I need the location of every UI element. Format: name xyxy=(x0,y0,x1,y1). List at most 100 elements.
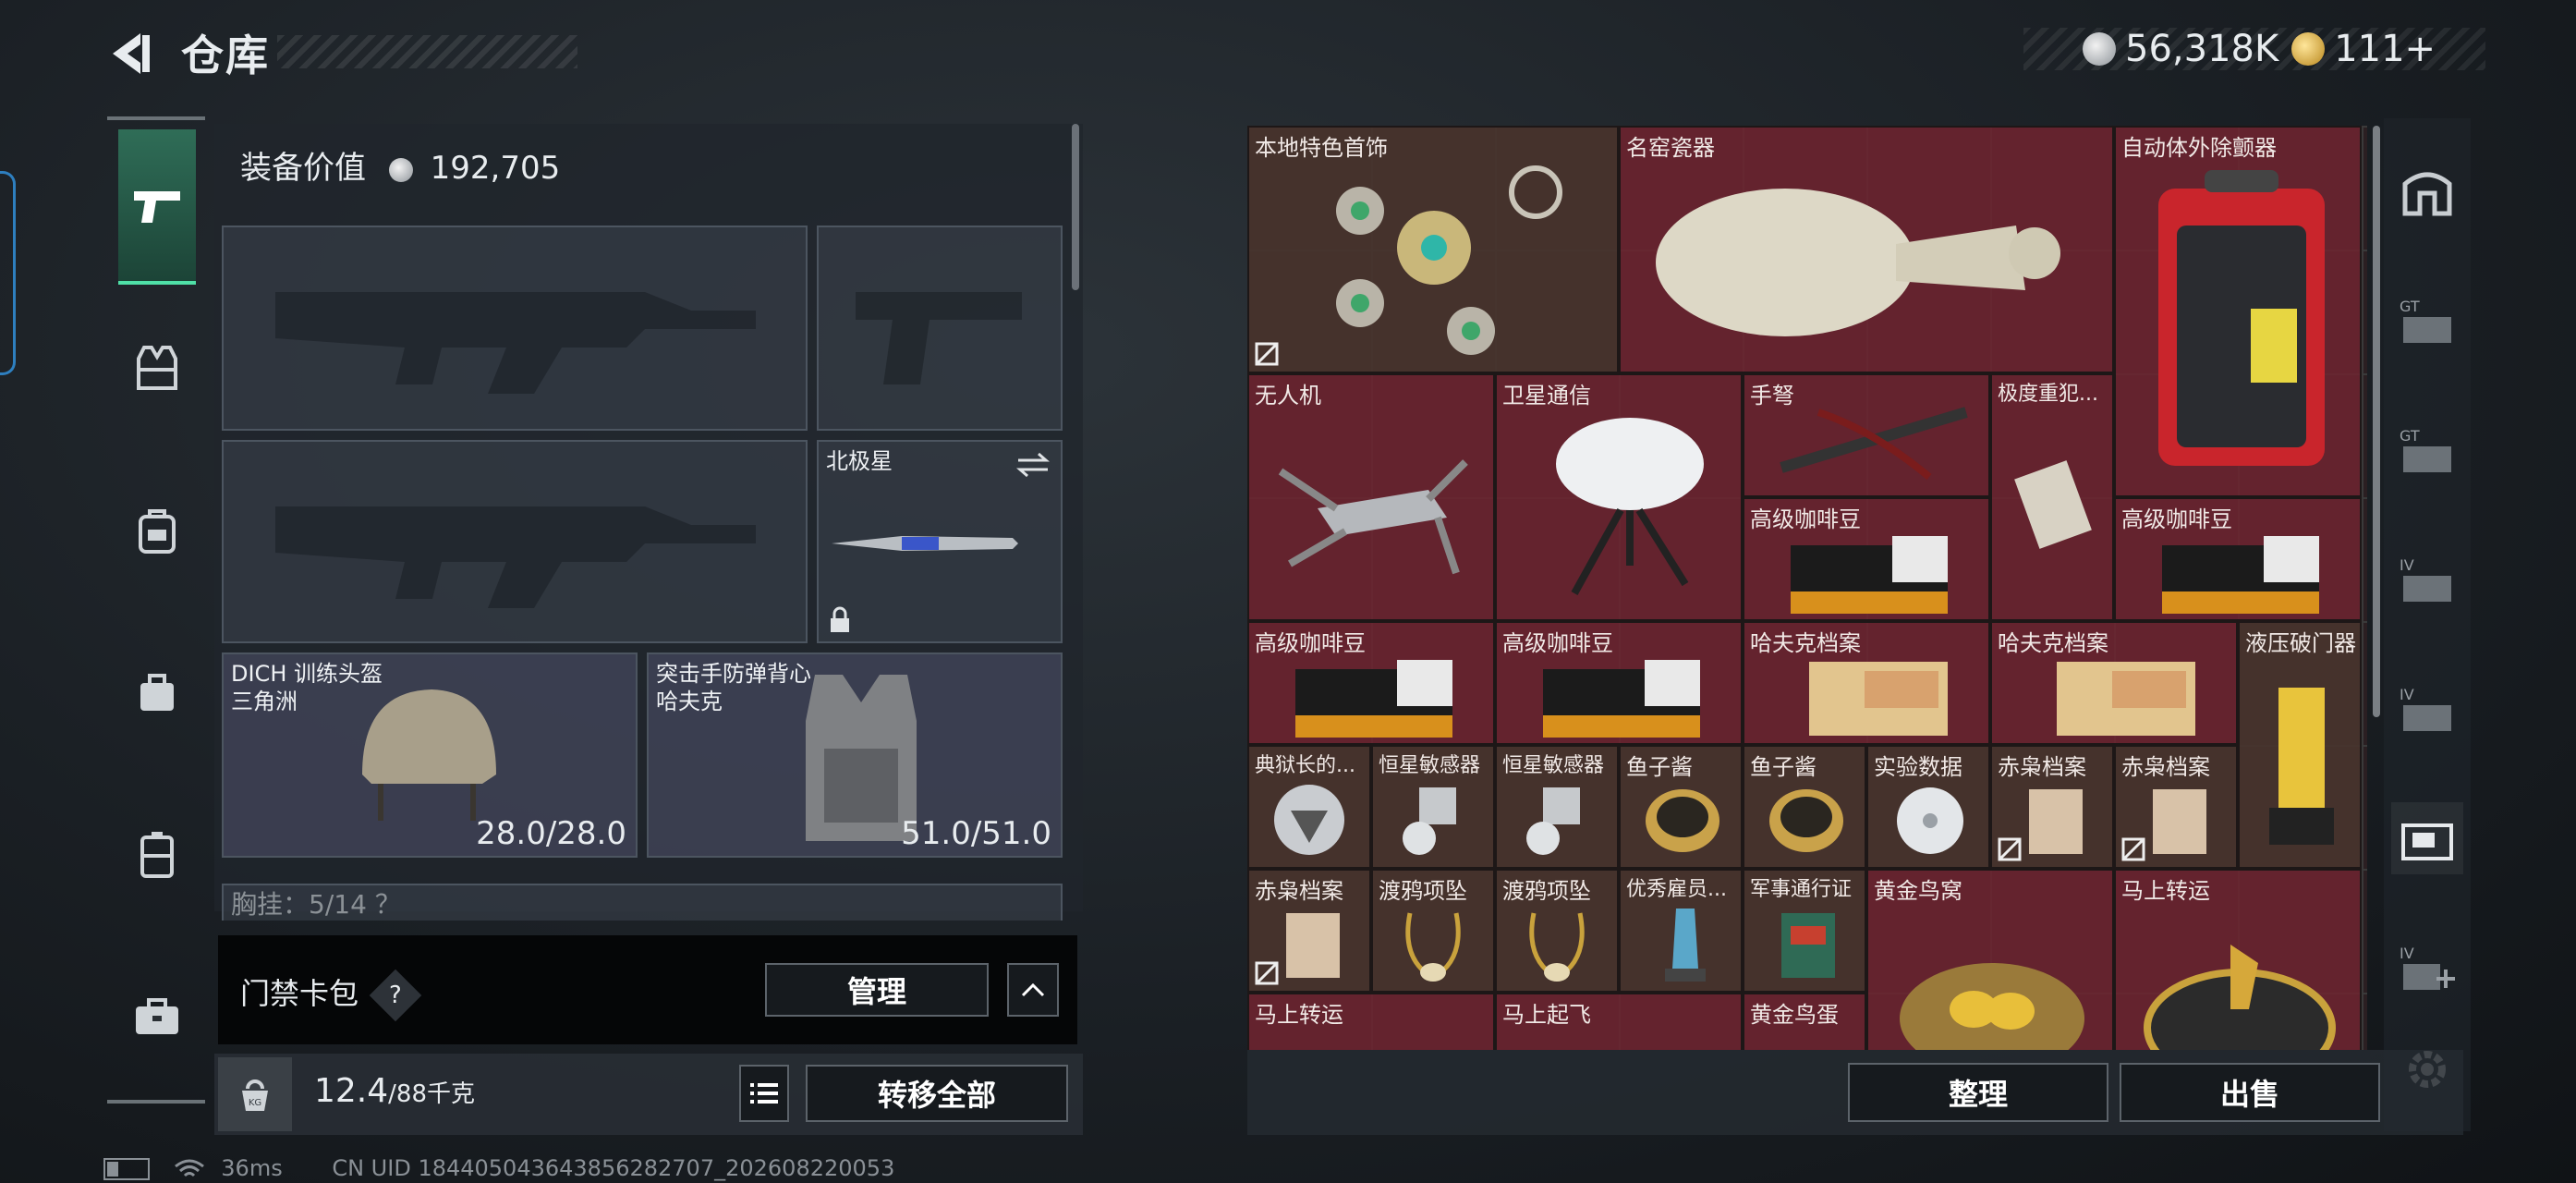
item-label: 极度重犯... xyxy=(1998,383,2098,406)
no-insure-icon xyxy=(1255,342,1279,366)
tab-stash-2[interactable]: GT xyxy=(2391,414,2463,486)
stash-tabs: GT GT IV IV IV xyxy=(2384,118,2471,1131)
sell-button[interactable]: 出售 xyxy=(2120,1063,2380,1122)
item-military-pass[interactable]: 军事通行证 xyxy=(1743,869,1866,993)
item-hydraulic-breacher[interactable]: 液压破门器 xyxy=(2238,621,2362,869)
item-label: 赤枭档案 xyxy=(2121,754,2210,780)
back-arrow-icon[interactable] xyxy=(103,28,155,79)
armor-durability: 51.0/51.0 xyxy=(901,815,1051,852)
coffee-bag-icon xyxy=(1791,536,1948,614)
second-primary-slot[interactable] xyxy=(222,440,808,643)
item-caviar[interactable]: 鱼子酱 xyxy=(1619,745,1743,869)
list-view-button[interactable] xyxy=(739,1065,789,1122)
sensor-icon xyxy=(1526,787,1580,855)
item-warden[interactable]: 典狱长的... xyxy=(1247,745,1371,869)
item-haavk-file[interactable]: 哈夫克档案 xyxy=(1743,621,1990,745)
item-take-off[interactable]: 马上起飞 xyxy=(1495,993,1743,1050)
gold-coin-icon xyxy=(2291,32,2326,66)
tab-stash-3[interactable]: IV xyxy=(2391,543,2463,616)
tab-bag[interactable] xyxy=(118,636,196,747)
breacher-icon xyxy=(2269,688,2334,845)
item-star-sensor[interactable]: 恒星敏感器 xyxy=(1371,745,1495,869)
tab-case[interactable] xyxy=(118,799,196,909)
tab-backpack[interactable] xyxy=(118,475,196,586)
gold-amount: 111+ xyxy=(2334,28,2436,70)
storage-box-icon: GT xyxy=(2400,298,2451,343)
tab-stash-4[interactable]: IV xyxy=(2391,673,2463,745)
equipment-scrollbar[interactable] xyxy=(1072,124,1079,290)
tab-armor[interactable] xyxy=(118,312,196,423)
wifi-icon xyxy=(174,1159,204,1177)
ping-value: 36ms xyxy=(221,1155,283,1181)
item-drone[interactable]: 无人机 xyxy=(1247,373,1495,621)
tab-rail-bottom xyxy=(107,1100,205,1104)
item-label: 马上起飞 xyxy=(1502,1002,1591,1028)
item-coffee[interactable]: 高级咖啡豆 xyxy=(1247,621,1495,745)
list-icon xyxy=(750,1083,778,1104)
inventory-scrollbar[interactable] xyxy=(2373,126,2380,717)
chest-rig-slot[interactable]: 胸挂：5/14 ？ xyxy=(222,884,1063,921)
item-porcelain[interactable]: 名窑瓷器 xyxy=(1619,126,2114,373)
document-icon xyxy=(2014,460,2092,549)
item-crossbow[interactable]: 手弩 xyxy=(1743,373,1990,497)
item-fortune-horse[interactable]: 马上转运 xyxy=(2114,869,2362,1050)
svg-text:GT: GT xyxy=(2400,427,2420,445)
tab-stash-add[interactable]: IV xyxy=(2391,932,2463,1004)
secondary-weapon-slot[interactable] xyxy=(817,226,1063,431)
manage-button[interactable]: 管理 xyxy=(765,963,989,1017)
item-experiment-data[interactable]: 实验数据 xyxy=(1866,745,1990,869)
tab-stash-home[interactable] xyxy=(2391,155,2463,227)
storage-box-icon: GT xyxy=(2400,427,2451,472)
item-fortune-horse[interactable]: 马上转运 xyxy=(1247,993,1495,1050)
item-raven-pendant[interactable]: 渡鸦项坠 xyxy=(1371,869,1495,993)
item-coffee[interactable]: 高级咖啡豆 xyxy=(2114,497,2362,621)
item-aed[interactable]: 自动体外除颤器 xyxy=(2114,126,2362,497)
melee-slot[interactable]: 北极星 xyxy=(817,440,1063,643)
tab-stash-5[interactable] xyxy=(2391,802,2463,874)
svg-text:IV: IV xyxy=(2400,686,2414,703)
photo-file-icon xyxy=(2029,789,2083,854)
armor-faction: 哈夫克 xyxy=(656,689,723,714)
expand-button[interactable] xyxy=(1007,963,1059,1017)
item-satellite[interactable]: 卫星通信 xyxy=(1495,373,1743,621)
swap-icon[interactable] xyxy=(1015,451,1051,479)
item-coffee[interactable]: 高级咖啡豆 xyxy=(1743,497,1990,621)
sort-button[interactable]: 整理 xyxy=(1848,1063,2108,1122)
item-owl-file[interactable]: 赤枭档案 xyxy=(1247,869,1371,993)
lock-icon xyxy=(831,606,849,632)
item-jewelry[interactable]: 本地特色首饰 xyxy=(1247,126,1619,373)
item-owl-file[interactable]: 赤枭档案 xyxy=(1990,745,2114,869)
item-caviar[interactable]: 鱼子酱 xyxy=(1743,745,1866,869)
item-owl-file[interactable]: 赤枭档案 xyxy=(2114,745,2238,869)
defibrillator-icon xyxy=(2158,170,2325,466)
tab-briefcase[interactable] xyxy=(118,961,196,1072)
battery-icon xyxy=(103,1158,150,1180)
item-star-sensor[interactable]: 恒星敏感器 xyxy=(1495,745,1619,869)
tab-stash-1[interactable]: GT xyxy=(2391,285,2463,357)
item-label: 恒星敏感器 xyxy=(1379,754,1481,777)
item-coffee[interactable]: 高级咖啡豆 xyxy=(1495,621,1743,745)
item-felon-file[interactable]: 极度重犯... xyxy=(1990,373,2114,621)
no-insure-icon xyxy=(1255,961,1279,985)
item-raven-pendant[interactable]: 渡鸦项坠 xyxy=(1495,869,1619,993)
transfer-all-button[interactable]: 转移全部 xyxy=(806,1065,1068,1122)
backpack-icon xyxy=(139,509,176,554)
item-haavk-file[interactable]: 哈夫克档案 xyxy=(1990,621,2238,745)
item-employee-award[interactable]: 优秀雇员... xyxy=(1619,869,1743,993)
item-golden-egg[interactable]: 黄金鸟蛋 xyxy=(1743,993,1866,1050)
armor-slot[interactable]: 突击手防弹背心 哈夫克 51.0/51.0 xyxy=(647,652,1063,858)
equipment-value-label: 装备价值 xyxy=(240,150,366,187)
help-icon[interactable]: ? xyxy=(369,969,422,1022)
silver-amount: 56,318K xyxy=(2125,28,2279,70)
helmet-slot[interactable]: DICH 训练头盔 三角洲 28.0/28.0 xyxy=(222,652,638,858)
equipment-value-amount: 192,705 xyxy=(430,150,561,187)
primary-weapon-slot[interactable] xyxy=(222,226,808,431)
porcelain-vase-icon xyxy=(1656,189,2060,336)
inventory-grid[interactable]: 本地特色首饰 名窑瓷器 自动体外除颤器 无人机 卫星通信 手弩 极度重犯... … xyxy=(1247,126,2367,1050)
tab-weapons[interactable] xyxy=(118,129,196,285)
item-golden-nest[interactable]: 黄金鸟窝 xyxy=(1866,869,2114,1050)
disc-icon xyxy=(1897,787,1963,854)
side-edge-accent xyxy=(0,171,16,375)
sensor-icon xyxy=(1403,787,1456,855)
coffee-bag-icon xyxy=(2162,536,2319,614)
